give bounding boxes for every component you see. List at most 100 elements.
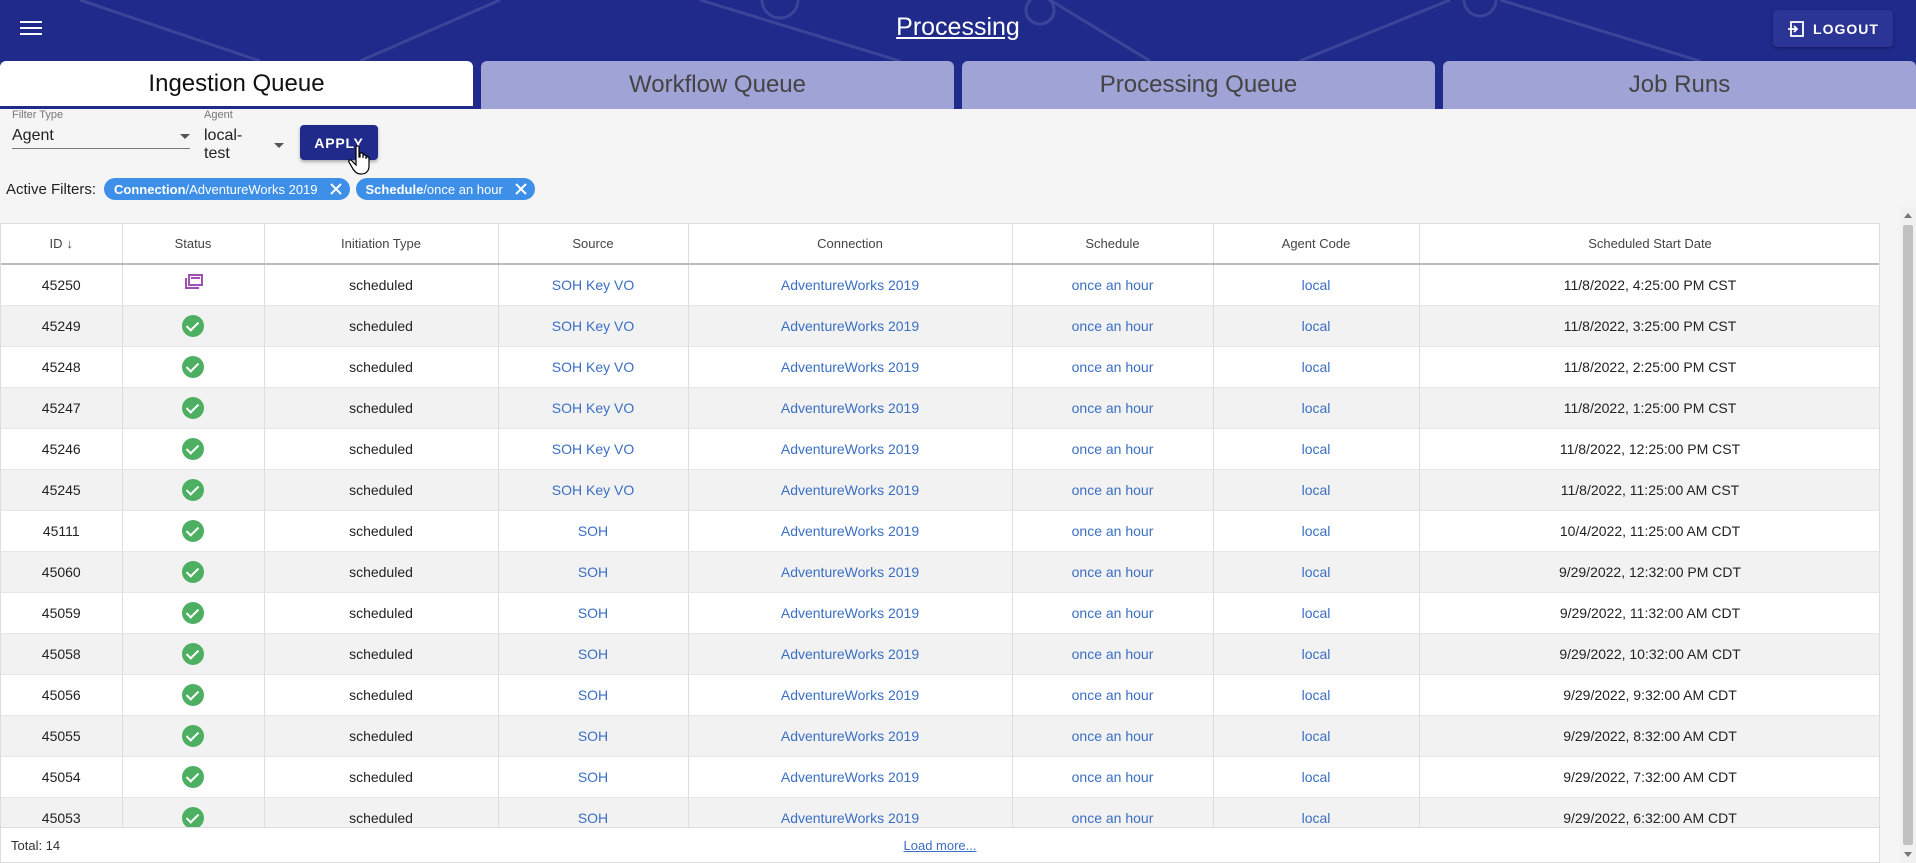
cell-initiation-type: scheduled: [264, 264, 499, 306]
cell-source-link[interactable]: SOH: [498, 633, 689, 675]
cell-schedule-link[interactable]: once an hour: [1012, 510, 1214, 552]
cell-scheduled-start-date: 9/29/2022, 12:32:00 PM CDT: [1419, 551, 1879, 593]
cell-connection-link[interactable]: AdventureWorks 2019: [688, 428, 1013, 470]
cell-connection-link[interactable]: AdventureWorks 2019: [688, 469, 1013, 511]
cell-schedule-link[interactable]: once an hour: [1012, 387, 1214, 429]
cell-agent-code-link[interactable]: local: [1213, 305, 1420, 347]
scroll-up-icon[interactable]: [1904, 213, 1912, 218]
filter-type-select[interactable]: Filter Type Agent: [12, 109, 190, 149]
cell-schedule-link[interactable]: once an hour: [1012, 305, 1214, 347]
scrollbar[interactable]: [1900, 207, 1916, 863]
cell-schedule-link[interactable]: once an hour: [1012, 264, 1214, 306]
cell-schedule-link[interactable]: once an hour: [1012, 633, 1214, 675]
cell-schedule-link[interactable]: once an hour: [1012, 428, 1214, 470]
cell-schedule-link[interactable]: once an hour: [1012, 592, 1214, 634]
table-row[interactable]: 45247 scheduled SOH Key VO AdventureWorks 2…: [1, 387, 1879, 429]
cell-connection-link[interactable]: AdventureWorks 2019: [688, 346, 1013, 388]
scroll-down-icon[interactable]: [1904, 852, 1912, 857]
cell-agent-code-link[interactable]: local: [1213, 510, 1420, 552]
cell-connection-link[interactable]: AdventureWorks 2019: [688, 305, 1013, 347]
table-row[interactable]: 45060 scheduled SOH AdventureWorks 2019 once…: [1, 551, 1879, 593]
table-row[interactable]: 45249 scheduled SOH Key VO AdventureWorks 2…: [1, 305, 1879, 347]
cell-id: 45059: [1, 592, 123, 634]
cell-connection-link[interactable]: AdventureWorks 2019: [688, 633, 1013, 675]
cell-source-link[interactable]: SOH: [498, 674, 689, 716]
table-row[interactable]: 45054 scheduled SOH AdventureWorks 2019 once…: [1, 756, 1879, 798]
cell-agent-code-link[interactable]: local: [1213, 387, 1420, 429]
table-row[interactable]: 45111 scheduled SOH AdventureWorks 2019 once…: [1, 510, 1879, 552]
logout-button[interactable]: LOGOUT: [1773, 10, 1893, 47]
agent-select[interactable]: Agent local-test: [204, 109, 284, 163]
cell-schedule-link[interactable]: once an hour: [1012, 469, 1214, 511]
cell-schedule-link[interactable]: once an hour: [1012, 797, 1214, 827]
cell-schedule-link[interactable]: once an hour: [1012, 551, 1214, 593]
cell-agent-code-link[interactable]: local: [1213, 469, 1420, 511]
cell-connection-link[interactable]: AdventureWorks 2019: [688, 510, 1013, 552]
cell-connection-link[interactable]: AdventureWorks 2019: [688, 756, 1013, 798]
cell-agent-code-link[interactable]: local: [1213, 633, 1420, 675]
tab-processing-queue[interactable]: Processing Queue: [962, 61, 1435, 109]
cell-schedule-link[interactable]: once an hour: [1012, 346, 1214, 388]
table-row[interactable]: 45053 scheduled SOH AdventureWorks 2019 once…: [1, 797, 1879, 827]
column-header-schedule[interactable]: Schedule: [1012, 224, 1214, 265]
cell-schedule-link[interactable]: once an hour: [1012, 756, 1214, 798]
filter-chip-schedule: Schedule/once an hour: [355, 178, 535, 200]
cell-source-link[interactable]: SOH: [498, 756, 689, 798]
cell-connection-link[interactable]: AdventureWorks 2019: [688, 387, 1013, 429]
column-header-status[interactable]: Status: [122, 224, 265, 265]
load-more-link[interactable]: Load more...: [1, 838, 1879, 853]
cell-initiation-type: scheduled: [264, 633, 499, 675]
tab-ingestion-queue[interactable]: Ingestion Queue: [0, 61, 473, 109]
column-header-agent-code[interactable]: Agent Code: [1213, 224, 1420, 265]
cell-source-link[interactable]: SOH Key VO: [498, 469, 689, 511]
table-row[interactable]: 45059 scheduled SOH AdventureWorks 2019 once…: [1, 592, 1879, 634]
cell-source-link[interactable]: SOH: [498, 715, 689, 757]
cell-source-link[interactable]: SOH: [498, 551, 689, 593]
cell-source-link[interactable]: SOH Key VO: [498, 305, 689, 347]
cell-source-link[interactable]: SOH: [498, 592, 689, 634]
column-header-source[interactable]: Source: [498, 224, 689, 265]
column-header-id[interactable]: ID ↓: [1, 224, 123, 265]
table-row[interactable]: 45248 scheduled SOH Key VO AdventureWorks 2…: [1, 346, 1879, 388]
table-row[interactable]: 45056 scheduled SOH AdventureWorks 2019 once…: [1, 674, 1879, 716]
cell-schedule-link[interactable]: once an hour: [1012, 674, 1214, 716]
cell-connection-link[interactable]: AdventureWorks 2019: [688, 674, 1013, 716]
cell-source-link[interactable]: SOH: [498, 510, 689, 552]
cell-agent-code-link[interactable]: local: [1213, 674, 1420, 716]
cell-source-link[interactable]: SOH: [498, 797, 689, 827]
scrollbar-thumb[interactable]: [1903, 225, 1913, 845]
cell-agent-code-link[interactable]: local: [1213, 756, 1420, 798]
cell-connection-link[interactable]: AdventureWorks 2019: [688, 551, 1013, 593]
cell-schedule-link[interactable]: once an hour: [1012, 715, 1214, 757]
cell-connection-link[interactable]: AdventureWorks 2019: [688, 592, 1013, 634]
table-row[interactable]: 45055 scheduled SOH AdventureWorks 2019 once…: [1, 715, 1879, 757]
table-row[interactable]: 45245 scheduled SOH Key VO AdventureWorks 2…: [1, 469, 1879, 511]
cell-agent-code-link[interactable]: local: [1213, 428, 1420, 470]
cell-source-link[interactable]: SOH Key VO: [498, 428, 689, 470]
cell-agent-code-link[interactable]: local: [1213, 346, 1420, 388]
cell-agent-code-link[interactable]: local: [1213, 797, 1420, 827]
column-header-connection[interactable]: Connection: [688, 224, 1013, 265]
column-header-scheduled-start-date[interactable]: Scheduled Start Date: [1419, 224, 1879, 265]
tab-job-runs[interactable]: Job Runs: [1443, 61, 1916, 109]
cell-connection-link[interactable]: AdventureWorks 2019: [688, 715, 1013, 757]
cell-connection-link[interactable]: AdventureWorks 2019: [688, 797, 1013, 827]
table-row[interactable]: 45246 scheduled SOH Key VO AdventureWorks 2…: [1, 428, 1879, 470]
cell-agent-code-link[interactable]: local: [1213, 264, 1420, 306]
cell-source-link[interactable]: SOH Key VO: [498, 264, 689, 306]
tab-workflow-queue[interactable]: Workflow Queue: [481, 61, 954, 109]
cell-agent-code-link[interactable]: local: [1213, 592, 1420, 634]
cell-agent-code-link[interactable]: local: [1213, 551, 1420, 593]
cell-agent-code-link[interactable]: local: [1213, 715, 1420, 757]
close-icon[interactable]: [328, 181, 344, 197]
page-title[interactable]: Processing: [0, 13, 1916, 42]
table-row[interactable]: 45058 scheduled SOH AdventureWorks 2019 once…: [1, 633, 1879, 675]
cell-source-link[interactable]: SOH Key VO: [498, 387, 689, 429]
cell-source-link[interactable]: SOH Key VO: [498, 346, 689, 388]
table-body: 45250 scheduled SOH Key VO AdventureWorks 2…: [1, 264, 1879, 827]
column-header-initiation-type[interactable]: Initiation Type: [264, 224, 499, 265]
cell-connection-link[interactable]: AdventureWorks 2019: [688, 264, 1013, 306]
cell-initiation-type: scheduled: [264, 387, 499, 429]
table-row[interactable]: 45250 scheduled SOH Key VO AdventureWorks 2…: [1, 264, 1879, 306]
close-icon[interactable]: [513, 181, 529, 197]
